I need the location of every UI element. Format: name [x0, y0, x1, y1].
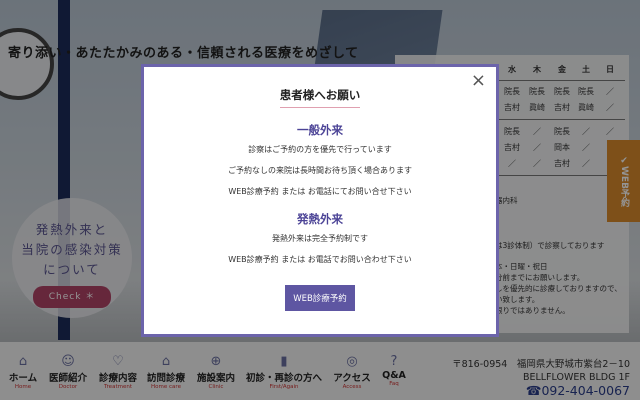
notice-line: WEB診療予約 または お電話にてお問い合せ下さい [228, 187, 412, 196]
close-icon[interactable]: × [471, 70, 486, 91]
section-general: 一般外来 [297, 123, 343, 137]
notice-modal: × 患者様へお願い 一般外来 診察はご予約の方を優先で行っています ご予約なしの… [141, 64, 499, 337]
section-fever: 発熱外来 [297, 212, 343, 226]
web-booking-button[interactable]: WEB診療予約 [285, 285, 355, 311]
modal-title: 患者様へお願い [279, 87, 361, 108]
notice-line: WEB診療予約 または お電話でお問い合わせ下さい [228, 255, 412, 264]
notice-line: ご予約なしの来院は長時間お待ち頂く場合あります [228, 166, 412, 175]
notice-line: 発熱外来は完全予約制です [272, 234, 368, 243]
notice-line: 診察はご予約の方を優先で行っています [248, 145, 392, 154]
